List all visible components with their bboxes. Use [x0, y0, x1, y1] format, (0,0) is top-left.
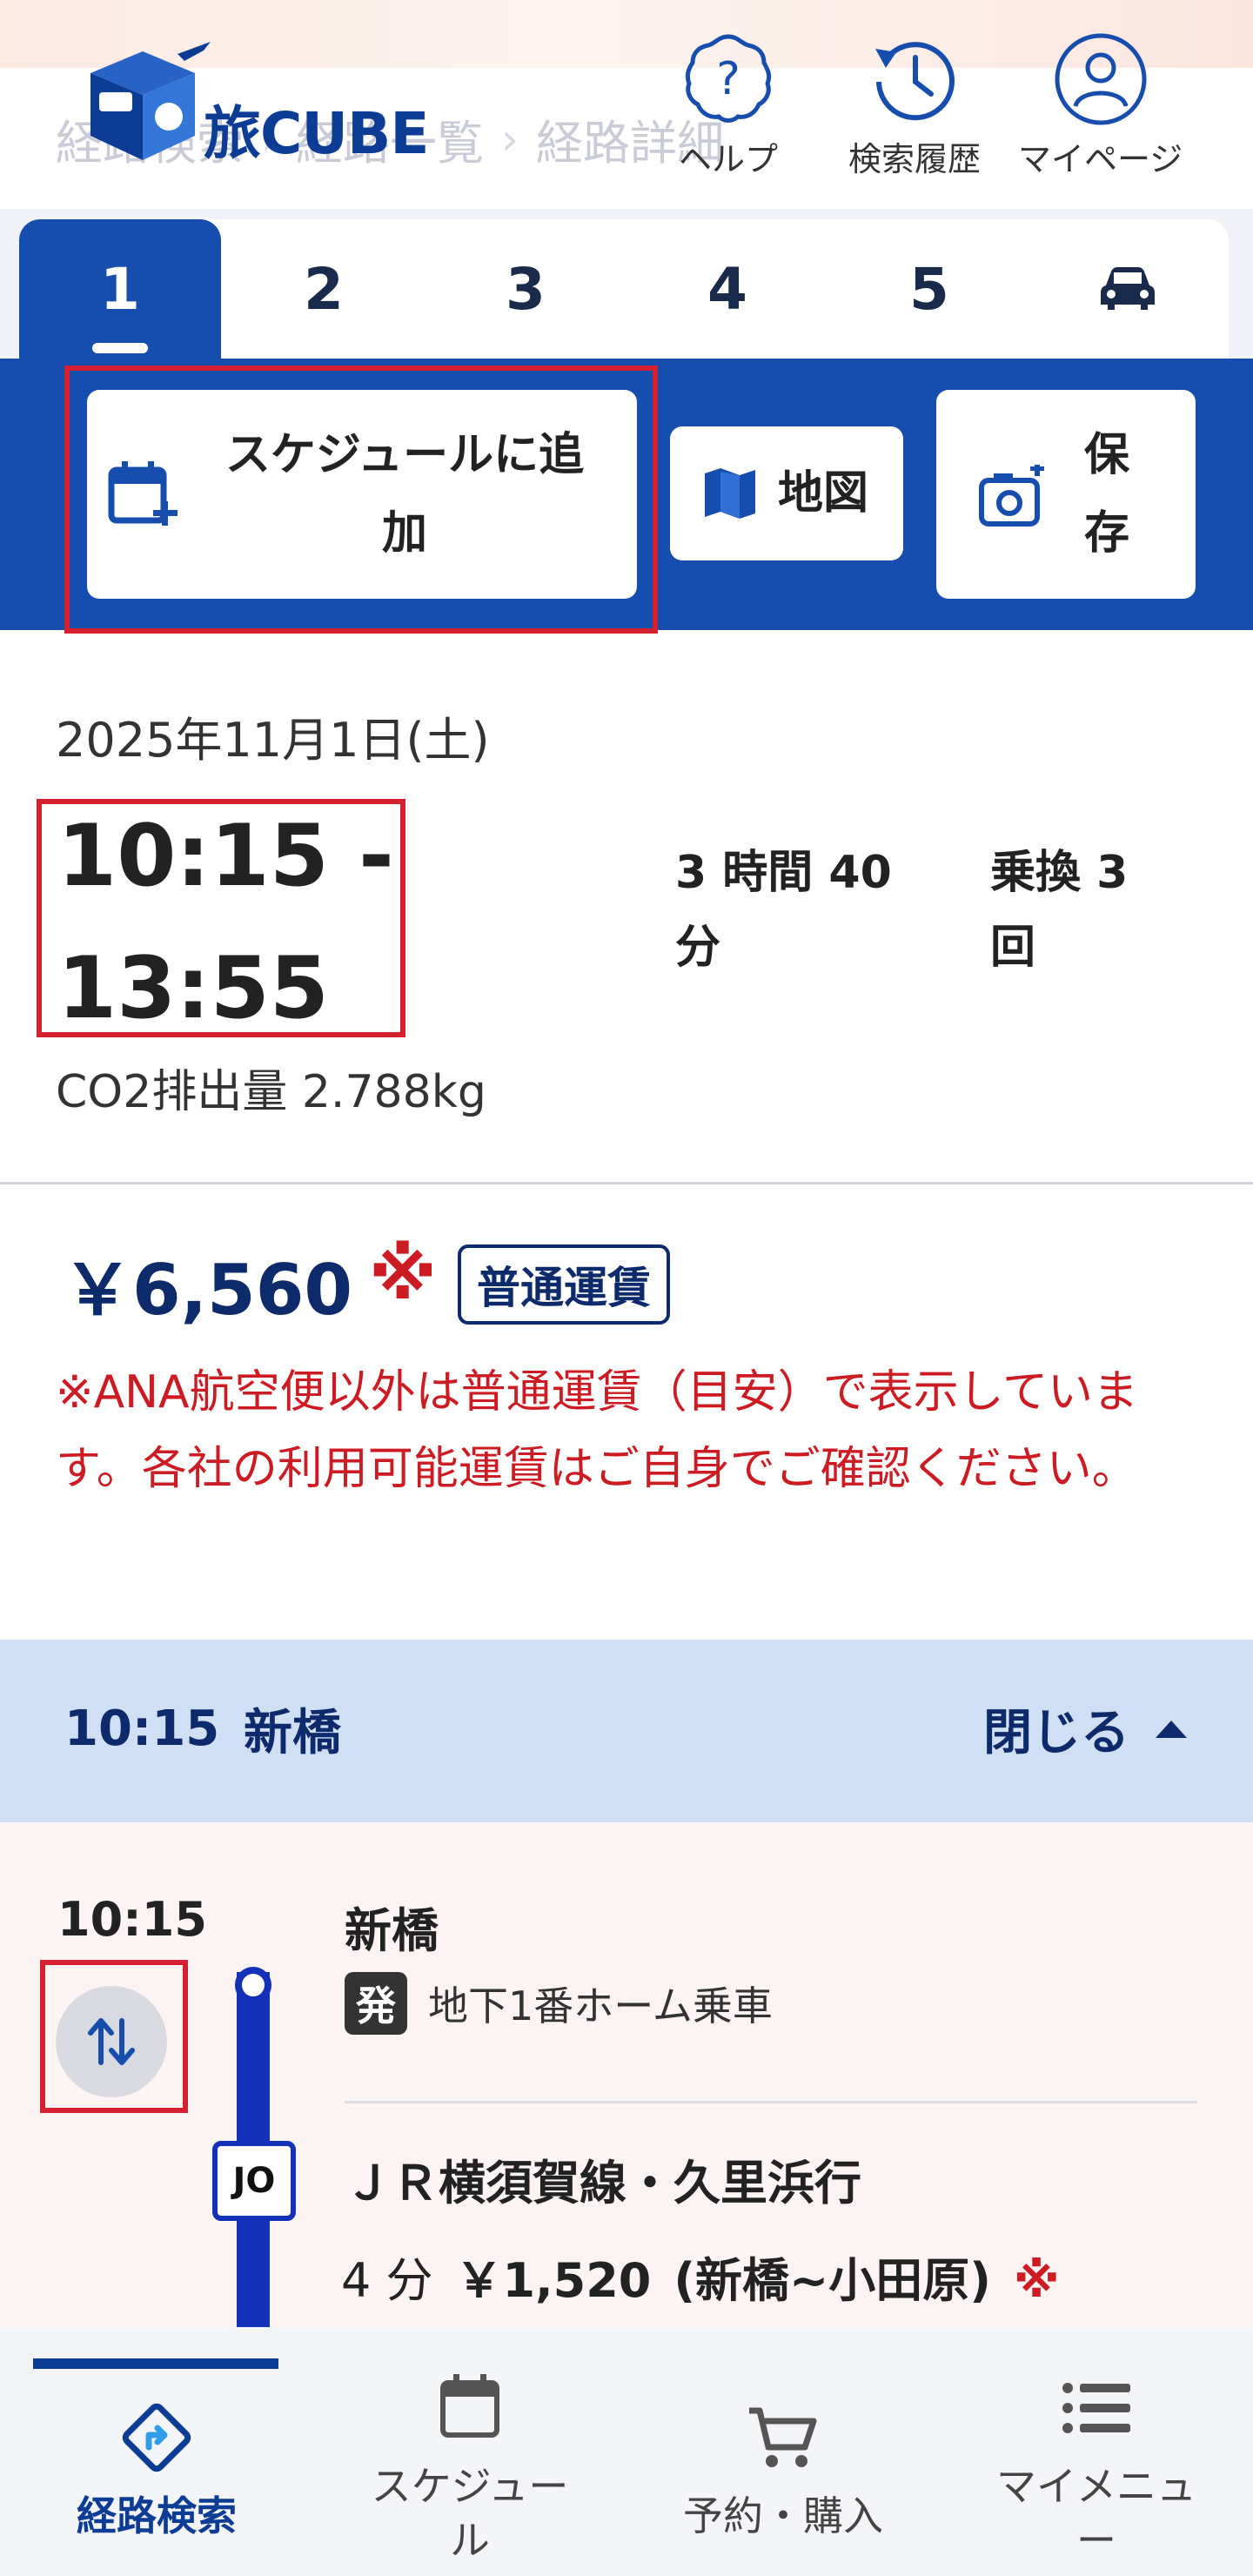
departure-platform: 発 地下1番ホーム乗車	[345, 1972, 773, 2035]
cart-icon	[749, 2407, 817, 2467]
mypage-button[interactable]: マイページ	[1018, 31, 1183, 180]
save-label-line2: 存	[1084, 507, 1130, 560]
route-segment-detail: 10:15 JO 新橋 発 地下1番ホーム乗車 ＪＲ横須賀線・久里浜行 4 分 …	[0, 1822, 1253, 2327]
history-icon	[875, 42, 955, 121]
nav-route-search-label: 経路検索	[77, 2492, 237, 2539]
station-dot	[235, 1967, 271, 2003]
bottom-navigation: 経路検索 スケジュール 予約・購入 マイメニュー	[0, 2327, 1253, 2576]
transfers-line1: 乗換 3	[990, 847, 1129, 899]
station-name[interactable]: 新橋	[345, 1892, 439, 1961]
nav-schedule[interactable]: スケジュール	[313, 2374, 626, 2567]
history-label: 検索履歴	[848, 140, 982, 178]
transfers-line2: 回	[990, 922, 1036, 974]
active-tab-indicator	[33, 2358, 278, 2369]
help-button[interactable]: ? ヘルプ	[679, 31, 778, 180]
route-date: 2025年11月1日(土)	[56, 713, 490, 768]
nav-booking-label: 予約・購入	[683, 2492, 883, 2539]
cube-logo-icon	[90, 42, 211, 160]
tab-route-3[interactable]: 3	[425, 219, 626, 359]
fare-note: ※ANA航空便以外は普通運賃（目安）で表示しています。各社の利用可能運賃はご自身…	[56, 1366, 1139, 1495]
segment-fare-range: (新橋~小田原)	[673, 2253, 991, 2308]
segment-fare-mark: ※	[1013, 2253, 1060, 2308]
help-label: ヘルプ	[679, 140, 779, 178]
calendar-icon	[440, 2374, 499, 2438]
segment-duration: 4 分	[341, 2253, 433, 2308]
tab-car[interactable]	[1027, 219, 1229, 359]
user-icon	[1055, 33, 1147, 125]
nav-my-menu-label: マイメニュー	[996, 2463, 1196, 2564]
app-header: 経路検索 › 経路一覧 › 経路詳細 旅CUBE ? ヘルプ 検索履歴	[0, 0, 1253, 209]
map-icon	[705, 468, 755, 519]
map-button[interactable]: 地図	[670, 426, 903, 560]
save-label-line1: 保	[1084, 429, 1130, 481]
nav-schedule-label: スケジュール	[371, 2463, 569, 2564]
divider	[345, 2101, 1197, 2103]
segment-time: 10:15	[64, 1701, 220, 1757]
help-icon: ?	[685, 34, 772, 123]
search-history-button[interactable]: 検索履歴	[848, 31, 981, 180]
train-line-name[interactable]: ＪＲ横須賀線・久里浜行	[345, 2144, 861, 2213]
fare-note-mark: ※	[369, 1234, 437, 1315]
tab-route-2[interactable]: 2	[223, 219, 425, 359]
save-button[interactable]: 保 存	[936, 390, 1196, 599]
tabicube-logo[interactable]: 旅CUBE	[73, 38, 439, 169]
fare-type-badge: 普通運賃	[458, 1244, 670, 1325]
route-transfers: 乗換 3 回	[990, 835, 1182, 985]
line-code-badge: JO	[212, 2141, 296, 2221]
segment-fare: 4 分 ￥1,520 (新橋~小田原) ※	[341, 2242, 1059, 2311]
duration-line1: 3 時間 40	[675, 847, 892, 899]
tab-route-4[interactable]: 4	[626, 219, 828, 359]
breadcrumb-separator-icon: ›	[501, 113, 519, 164]
tab-route-5[interactable]: 5	[828, 219, 1030, 359]
logo-text: 旅CUBE	[204, 100, 429, 167]
segment-fare-amount: ￥1,520	[455, 2253, 652, 2308]
duration-line2: 分	[675, 922, 721, 974]
highlight-box-schedule	[64, 366, 658, 634]
fare-amount: ￥6,560	[63, 1250, 353, 1331]
highlight-box-time	[37, 799, 405, 1037]
departure-badge: 発	[345, 1972, 407, 2035]
tab-route-1[interactable]: 1	[19, 219, 221, 359]
highlight-box-swap	[40, 1960, 188, 2113]
platform-text: 地下1番ホーム乗車	[428, 1982, 773, 2029]
chevron-up-icon	[1156, 1720, 1187, 1738]
nav-route-search[interactable]: 経路検索	[0, 2376, 313, 2543]
map-label: 地図	[778, 467, 869, 520]
co2-emission: CO2排出量 2.788kg	[56, 1066, 486, 1118]
nav-my-menu[interactable]: マイメニュー	[940, 2376, 1253, 2567]
divider	[0, 1182, 1253, 1184]
route-search-icon	[122, 2403, 191, 2472]
list-menu-icon	[1062, 2383, 1130, 2433]
route-duration: 3 時間 40 分	[675, 835, 936, 985]
collapse-label: 閉じる	[983, 1705, 1129, 1761]
nav-booking[interactable]: 予約・購入	[626, 2376, 940, 2543]
camera-add-icon	[979, 465, 1044, 527]
svg-text:?: ?	[716, 53, 740, 105]
collapse-button[interactable]: 閉じる	[983, 1694, 1189, 1764]
segment-station: 新橋	[244, 1705, 341, 1761]
segment-header[interactable]: 10:15 新橋 閉じる	[0, 1640, 1253, 1822]
mypage-label: マイページ	[1018, 140, 1183, 178]
segment-departure-time: 10:15	[57, 1892, 207, 1947]
route-tabs: 1 2 3 4 5	[0, 209, 1253, 359]
car-icon	[1101, 267, 1155, 310]
